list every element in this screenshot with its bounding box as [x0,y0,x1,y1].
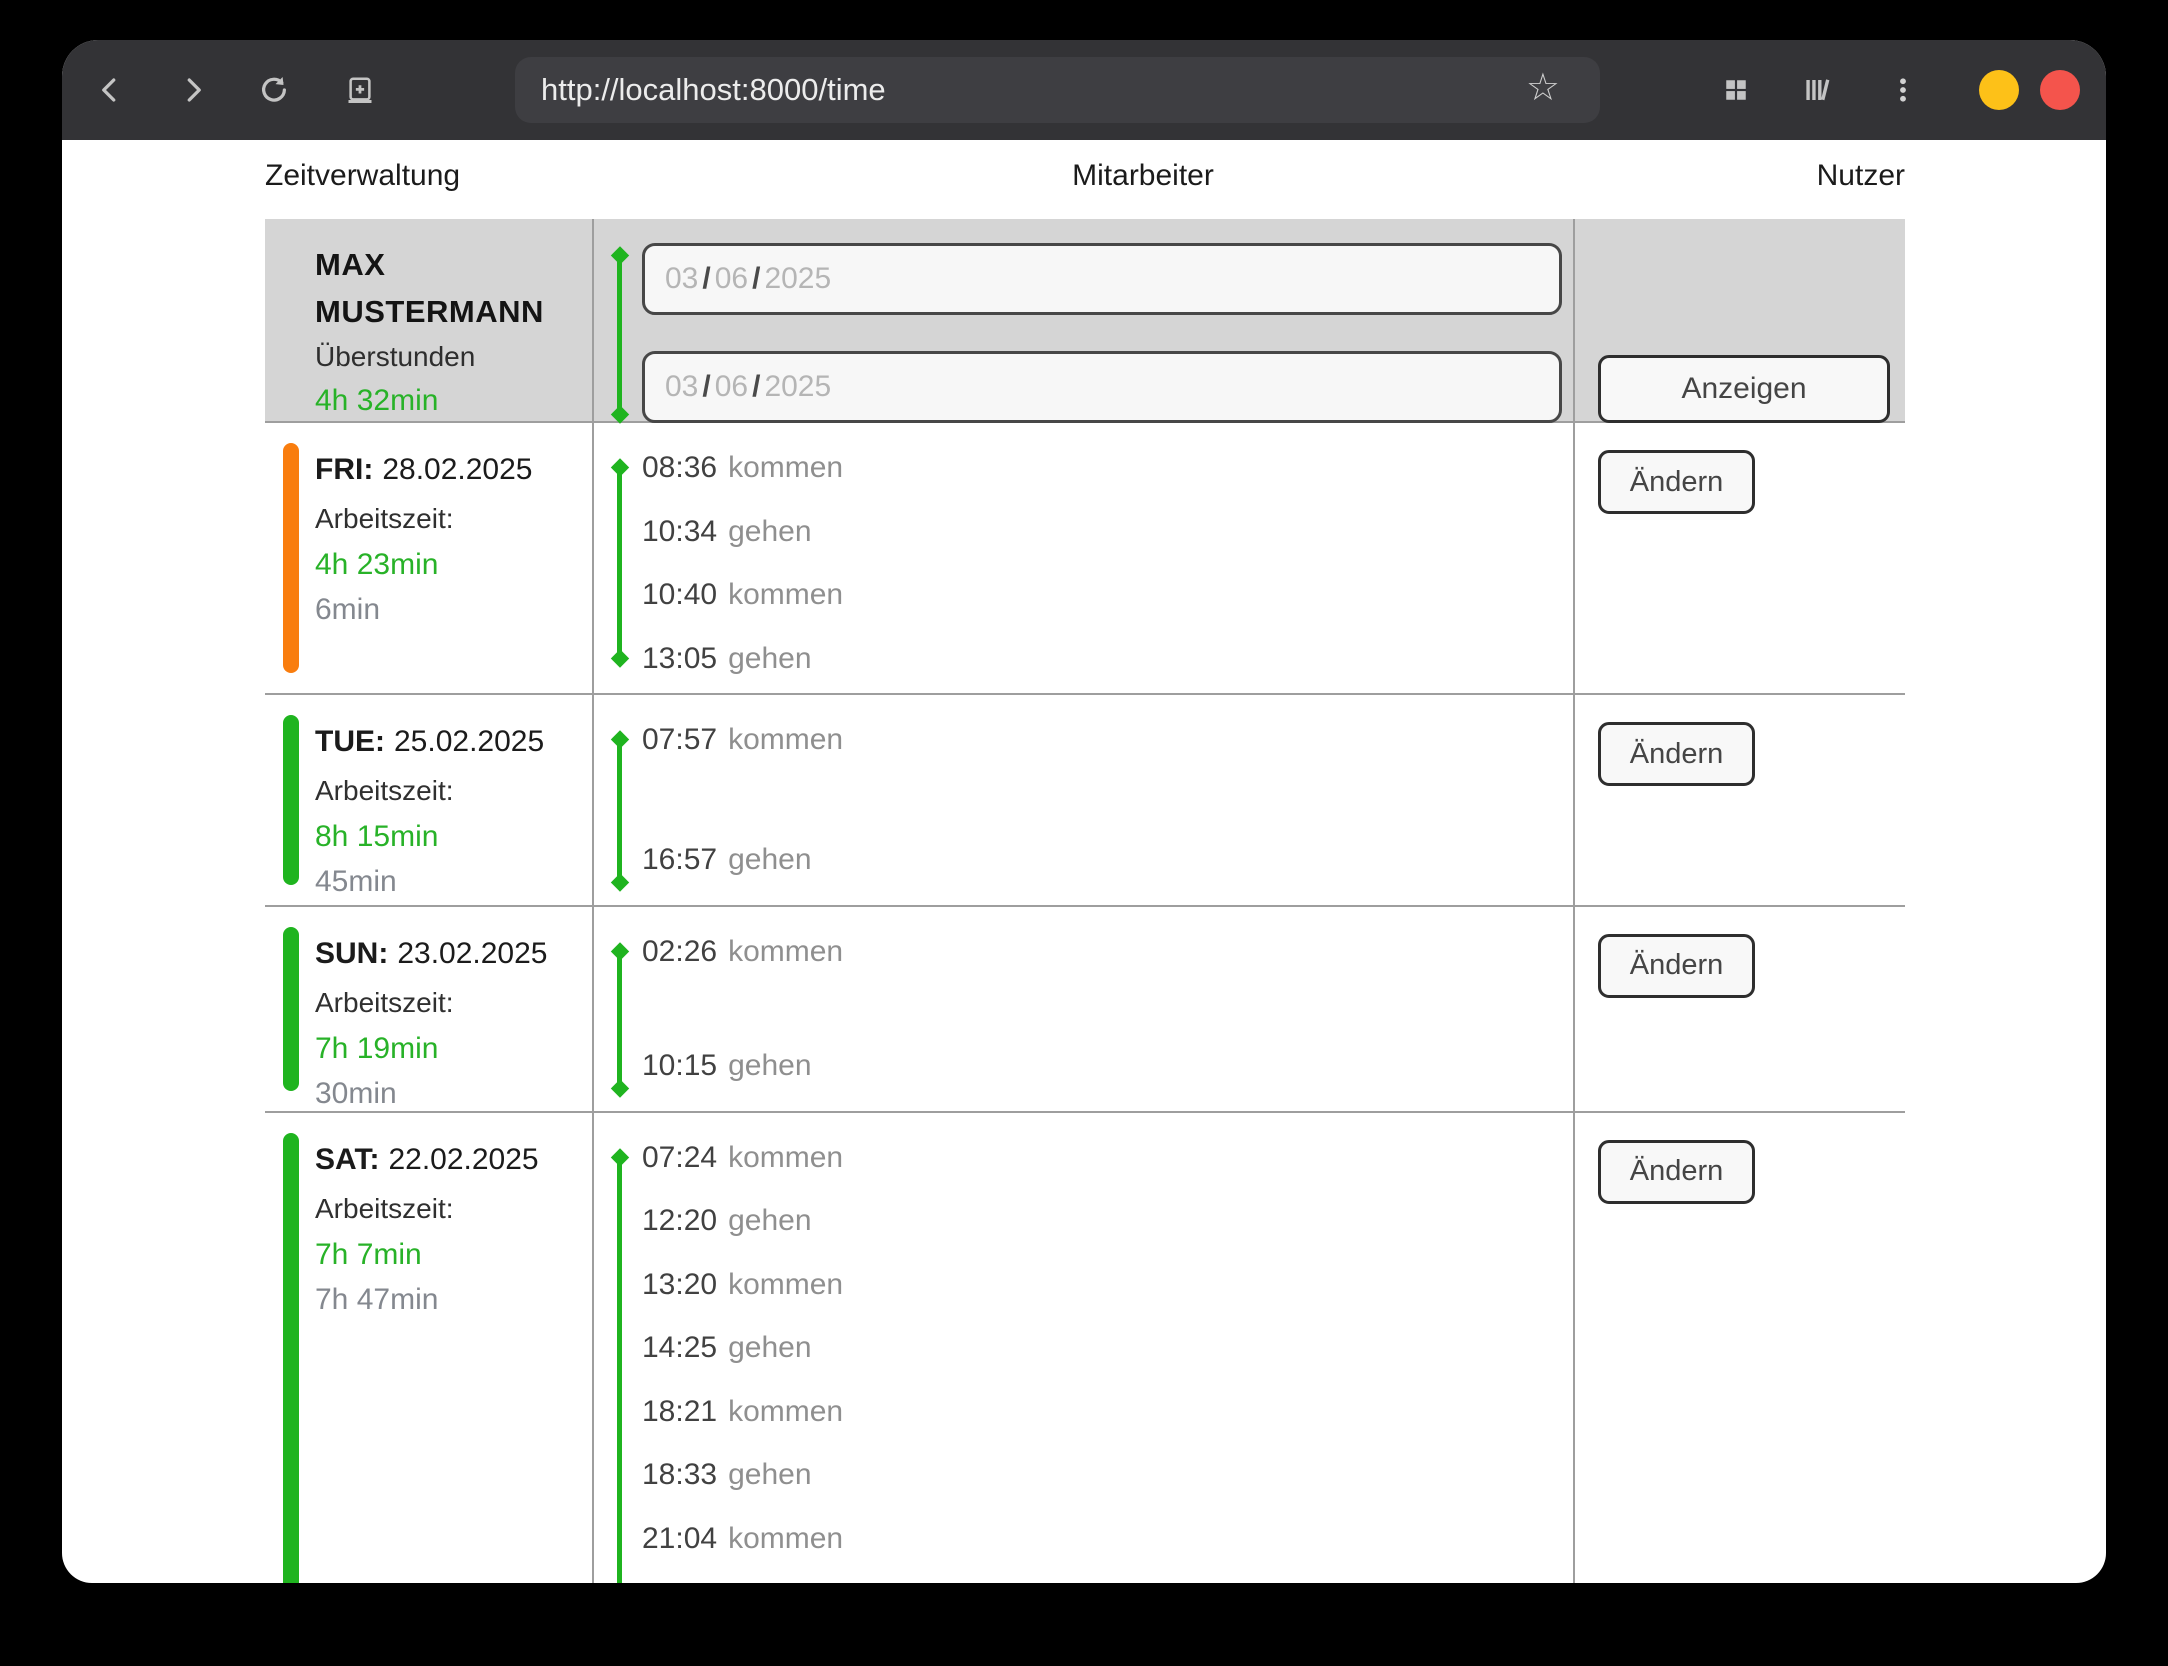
worktime-label: Arbeitszeit: [315,980,548,1026]
day-status-bar [283,715,299,884]
day-title: SAT:22.02.2025 [315,1139,539,1181]
back-icon[interactable] [95,75,125,105]
anzeigen-button[interactable]: Anzeigen [1598,355,1890,423]
date-to-input[interactable]: 03/06/2025 [642,351,1562,423]
date-to-day: 06 [715,370,748,404]
day-title: FRI:28.02.2025 [315,449,532,491]
date-to-year: 2025 [764,370,831,404]
time-entry: 07:57kommen [642,708,1573,772]
day-title: SUN:23.02.2025 [315,933,548,975]
time-table: MAX MUSTERMANN Überstunden 4h 32min 03/0… [265,219,1905,1583]
filter-row: MAX MUSTERMANN Überstunden 4h 32min 03/0… [265,219,1905,423]
overtime-label: Überstunden [315,335,544,379]
time-entries: 08:36kommen 10:34gehen 10:40kommen 13:05… [594,423,1573,693]
forward-icon[interactable] [178,75,208,105]
time-entry: 10:34gehen [642,500,1573,564]
date-to-month: 03 [665,370,698,404]
aendern-button[interactable]: Ändern [1598,934,1755,998]
nav-mitarbeiter[interactable]: Mitarbeiter [1072,154,1214,198]
nav-zeitverwaltung[interactable]: Zeitverwaltung [265,154,460,198]
aendern-button[interactable]: Ändern [1598,1140,1755,1204]
date-from-input[interactable]: 03/06/2025 [642,243,1562,315]
pause-value: 7h 47min [315,1277,539,1322]
time-entry: 16:57gehen [642,828,1573,892]
date-range-connector [617,255,622,415]
reload-icon[interactable] [259,75,289,105]
pause-value: 6min [315,587,532,632]
browser-window: http://localhost:8000/time ☆ Zeitverwalt… [62,40,2106,1583]
day-row-fri: FRI:28.02.2025 Arbeitszeit: 4h 23min 6mi… [265,423,1905,695]
date-from-month: 03 [665,262,698,296]
time-entry: 14:25gehen [642,1316,1573,1380]
worktime-label: Arbeitszeit: [315,496,532,542]
time-entry: 12:20gehen [642,1189,1573,1253]
worktime-value: 7h 19min [315,1026,548,1071]
time-entry: 18:21kommen [642,1380,1573,1444]
day-status-bar [283,443,299,673]
time-entry: 02:26kommen [642,920,1573,984]
worktime-value: 4h 23min [315,542,532,587]
url-text: http://localhost:8000/time [541,72,886,108]
minimize-button[interactable] [1979,70,2019,110]
time-span-line [617,467,622,659]
grid-icon[interactable] [1721,75,1751,105]
time-span-line [617,1157,622,1584]
worktime-label: Arbeitszeit: [315,1186,539,1232]
day-row-sun: SUN:23.02.2025 Arbeitszeit: 7h 19min 30m… [265,907,1905,1113]
pause-value: 30min [315,1071,548,1116]
time-entry: 21:04kommen [642,1507,1573,1571]
aendern-button[interactable]: Ändern [1598,450,1755,514]
time-entries: 07:24kommen 12:20gehen 13:20kommen 14:25… [594,1113,1573,1584]
overtime-value: 4h 32min [315,379,544,423]
time-entries: 07:57kommen 16:57gehen [594,695,1573,904]
time-entry: 18:33gehen [642,1443,1573,1507]
day-title: TUE:25.02.2025 [315,721,544,763]
url-bar[interactable]: http://localhost:8000/time ☆ [515,57,1600,123]
time-span-line [617,951,622,1089]
library-icon[interactable] [1802,75,1832,105]
nav-nutzer[interactable]: Nutzer [1817,154,1905,198]
time-entry: 10:15gehen [642,1034,1573,1098]
time-entries: 02:26kommen 10:15gehen [594,907,1573,1111]
new-tab-icon[interactable] [345,75,375,105]
time-entry: 07:24kommen [642,1126,1573,1190]
worktime-value: 8h 15min [315,814,544,859]
time-entry: 13:20kommen [642,1253,1573,1317]
day-row-sat: SAT:22.02.2025 Arbeitszeit: 7h 7min 7h 4… [265,1113,1905,1584]
time-span-line [617,739,622,883]
date-from-year: 2025 [764,262,831,296]
employee-summary: MAX MUSTERMANN Überstunden 4h 32min [315,241,544,423]
day-status-bar [283,1133,299,1584]
time-entry: 10:40kommen [642,563,1573,627]
employee-name-line1: MAX [315,241,544,288]
day-row-tue: TUE:25.02.2025 Arbeitszeit: 8h 15min 45m… [265,695,1905,906]
time-entry: 13:05gehen [642,627,1573,691]
employee-name-line2: MUSTERMANN [315,288,544,335]
aendern-button[interactable]: Ändern [1598,722,1755,786]
time-entry: 08:36kommen [642,436,1573,500]
close-button[interactable] [2040,70,2080,110]
worktime-value: 7h 7min [315,1232,539,1277]
day-status-bar [283,927,299,1091]
pause-value: 45min [315,859,544,904]
worktime-label: Arbeitszeit: [315,768,544,814]
browser-toolbar: http://localhost:8000/time ☆ [62,40,2106,140]
date-from-day: 06 [715,262,748,296]
kebab-menu-icon[interactable] [1888,75,1918,105]
bookmark-star-icon[interactable]: ☆ [1526,68,1560,108]
